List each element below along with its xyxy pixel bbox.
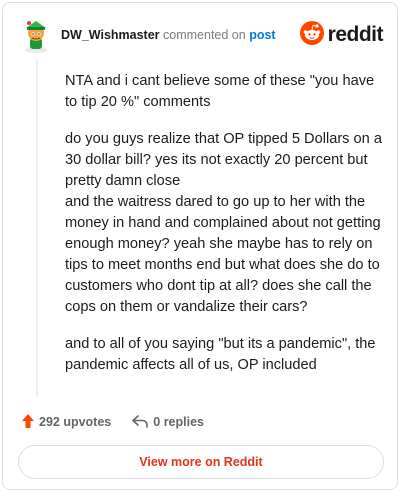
comment-paragraph: do you guys realize that OP tipped 5 Dol… xyxy=(65,131,382,189)
thread-line[interactable] xyxy=(36,59,38,397)
reddit-snoo-icon xyxy=(299,20,324,50)
comment-meta: DW_Wishmaster commented on post xyxy=(61,28,276,42)
embedded-comment-card: DW_Wishmaster commented on post reddit N… xyxy=(2,2,398,490)
reddit-wordmark: reddit xyxy=(327,23,384,46)
reply-arrow-icon xyxy=(131,414,153,431)
action-text: commented on xyxy=(163,28,246,42)
reply-count: 0 replies xyxy=(153,415,204,429)
upvote-button[interactable]: 292 upvotes xyxy=(21,413,111,432)
upvote-arrow-icon xyxy=(21,413,39,432)
reddit-logo[interactable]: reddit xyxy=(299,20,384,50)
post-link[interactable]: post xyxy=(249,28,275,42)
snoo-avatar-icon[interactable] xyxy=(21,19,51,53)
replies-button[interactable]: 0 replies xyxy=(131,414,204,431)
username-link[interactable]: DW_Wishmaster xyxy=(61,28,160,42)
comment-body: NTA and i cant believe some of these "yo… xyxy=(65,71,385,392)
comment-paragraph: and the waitress dared to go up to her w… xyxy=(65,194,381,315)
comment-paragraph: NTA and i cant believe some of these "yo… xyxy=(65,73,375,110)
view-more-label: View more on Reddit xyxy=(139,455,263,469)
comment-actions: 292 upvotes 0 replies xyxy=(21,411,224,433)
comment-header: DW_Wishmaster commented on post reddit xyxy=(21,19,384,55)
view-more-button[interactable]: View more on Reddit xyxy=(18,445,384,479)
upvote-count: 292 upvotes xyxy=(39,415,112,429)
comment-paragraph: and to all of you saying "but its a pand… xyxy=(65,336,376,373)
